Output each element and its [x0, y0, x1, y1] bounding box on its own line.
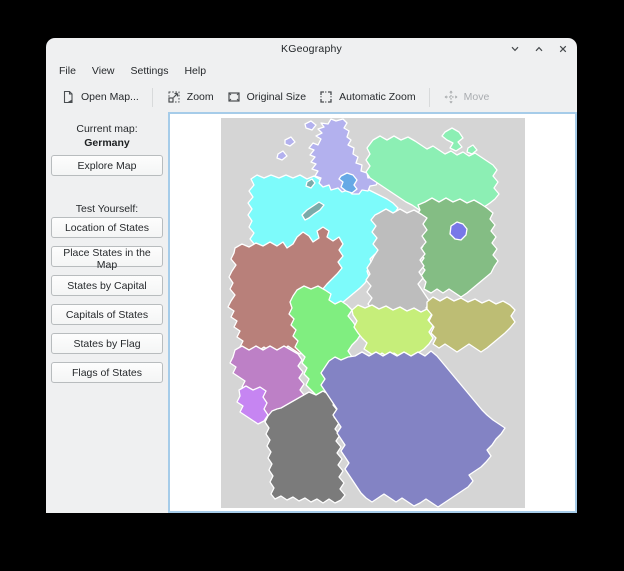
- quiz-flags-of-states-button[interactable]: Flags of States: [51, 362, 163, 383]
- original-size-icon: [226, 89, 242, 105]
- kgeography-window: KGeography File View Settings Help Open …: [46, 38, 577, 513]
- original-size-label: Original Size: [247, 91, 307, 103]
- current-map-value: Germany: [46, 137, 168, 149]
- current-map-label: Current map:: [46, 123, 168, 135]
- menu-view[interactable]: View: [84, 62, 123, 80]
- quiz-place-states-button[interactable]: Place States in the Map: [51, 246, 163, 267]
- minimize-icon[interactable]: [509, 44, 520, 55]
- main-content: Current map: Germany Explore Map Test Yo…: [46, 112, 577, 513]
- explore-map-button[interactable]: Explore Map: [51, 155, 163, 176]
- maximize-icon[interactable]: [533, 44, 544, 55]
- quiz-capitals-of-states-button[interactable]: Capitals of States: [51, 304, 163, 325]
- map-view[interactable]: [168, 112, 577, 513]
- window-title: KGeography: [281, 43, 342, 55]
- state-thuringia[interactable]: [352, 305, 433, 357]
- close-icon[interactable]: [557, 44, 568, 55]
- menubar: File View Settings Help: [46, 60, 577, 82]
- toolbar-separator: [152, 88, 153, 107]
- original-size-button[interactable]: Original Size: [220, 85, 313, 109]
- germany-map: [221, 118, 525, 508]
- toolbar-separator: [429, 88, 430, 107]
- quiz-states-by-capital-button[interactable]: States by Capital: [51, 275, 163, 296]
- window-controls: [509, 38, 568, 60]
- titlebar[interactable]: KGeography: [46, 38, 577, 60]
- zoom-icon: [166, 89, 182, 105]
- zoom-button[interactable]: Zoom: [160, 85, 220, 109]
- quiz-states-by-flag-button[interactable]: States by Flag: [51, 333, 163, 354]
- toolbar: Open Map... Zoom Original Size Automatic…: [46, 82, 577, 112]
- menu-settings[interactable]: Settings: [123, 62, 177, 80]
- zoom-label: Zoom: [187, 91, 214, 103]
- move-button: Move: [437, 85, 496, 109]
- menu-file[interactable]: File: [51, 62, 84, 80]
- automatic-zoom-button[interactable]: Automatic Zoom: [312, 85, 421, 109]
- move-label: Move: [464, 91, 490, 103]
- move-icon: [443, 89, 459, 105]
- open-map-label: Open Map...: [81, 91, 139, 103]
- automatic-zoom-label: Automatic Zoom: [339, 91, 415, 103]
- sidebar-spacer: [46, 184, 168, 201]
- open-map-icon: [60, 89, 76, 105]
- sidebar: Current map: Germany Explore Map Test Yo…: [46, 112, 168, 513]
- quiz-location-of-states-button[interactable]: Location of States: [51, 217, 163, 238]
- menu-help[interactable]: Help: [176, 62, 214, 80]
- open-map-button[interactable]: Open Map...: [54, 85, 145, 109]
- automatic-zoom-icon: [318, 89, 334, 105]
- test-yourself-label: Test Yourself:: [46, 203, 168, 215]
